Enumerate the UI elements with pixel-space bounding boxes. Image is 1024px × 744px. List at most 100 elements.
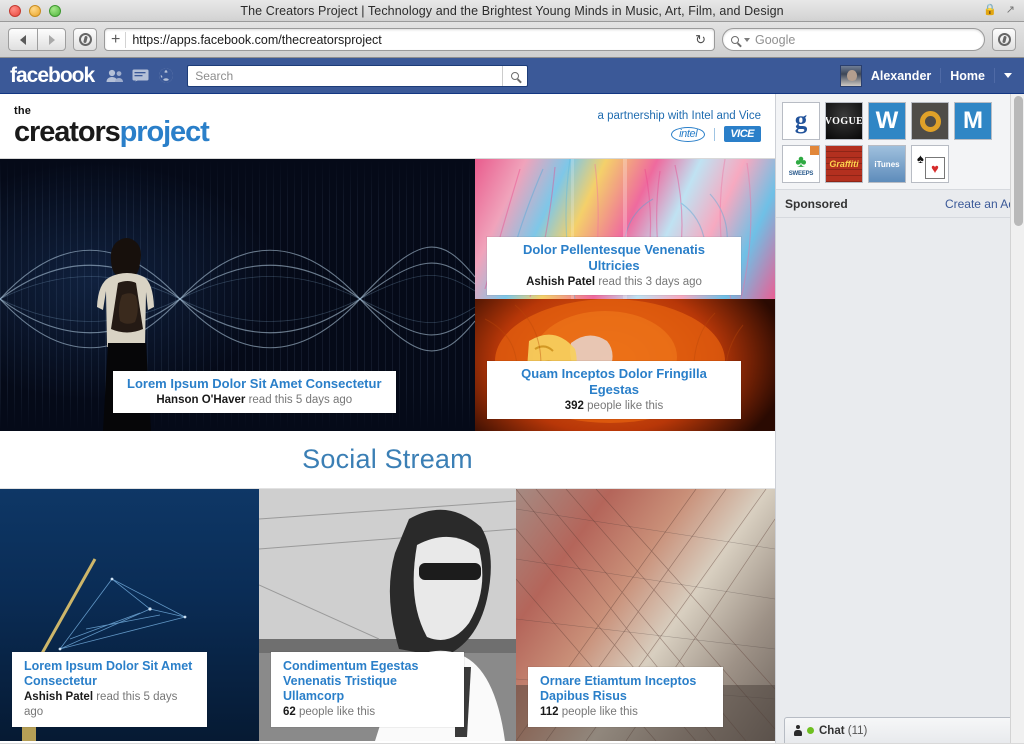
friend-requests-icon[interactable] — [105, 68, 123, 84]
hero-main-caption[interactable]: Lorem Ipsum Dolor Sit Amet Consectetur H… — [113, 371, 396, 413]
reload-icon[interactable]: ↻ — [695, 32, 708, 48]
hero-tertiary-feature[interactable]: Quam Inceptos Dolor Fringilla Egestas 39… — [475, 299, 775, 431]
right-sidebar: g VOGUE W M ♣ SWEEPS Graffiti iTunes ♠ ♥ — [775, 94, 1024, 743]
stream-card-caption[interactable]: Ornare Etiamtum Inceptos Dapibus Risus 1… — [528, 666, 723, 727]
clover-icon: ♣ — [795, 151, 807, 171]
itunes-app-icon[interactable]: iTunes — [868, 145, 906, 183]
sweeps-app-icon[interactable]: ♣ SWEEPS — [782, 145, 820, 183]
compass-icon — [78, 33, 92, 46]
account-name-link[interactable]: Alexander — [871, 69, 931, 83]
hero-tertiary-meta: 392 people like this — [501, 399, 727, 413]
chat-count: (11) — [847, 724, 868, 737]
w-app-icon[interactable]: W — [868, 102, 906, 140]
hero-main-author: Hanson O'Haver — [156, 393, 246, 406]
online-status-dot — [807, 727, 814, 734]
browser-search-placeholder: Google — [755, 32, 796, 47]
graffiti-app-icon[interactable]: Graffiti — [825, 145, 863, 183]
stream-card-title: Condimentum Egestas Venenatis Tristique … — [283, 658, 419, 703]
home-link[interactable]: Home — [950, 69, 985, 83]
hero-main-meta: Hanson O'Haver read this 5 days ago — [127, 393, 382, 407]
stream-card-likes-label: people like this — [558, 705, 638, 718]
address-bar[interactable]: + https://apps.facebook.com/thecreatorsp… — [104, 28, 715, 51]
w-app-label: W — [875, 107, 899, 134]
add-bookmark-icon[interactable]: + — [111, 31, 127, 48]
forward-button[interactable] — [37, 28, 66, 51]
app-tray: g VOGUE W M ♣ SWEEPS Graffiti iTunes ♠ ♥ — [776, 94, 1024, 190]
hero-secondary-feature[interactable]: Dolor Pellentesque Venenatis Ultricies A… — [475, 159, 775, 299]
stream-card[interactable]: Ornare Etiamtum Inceptos Dapibus Risus 1… — [516, 489, 775, 741]
hero-main-feature[interactable]: Lorem Ipsum Dolor Sit Amet Consectetur H… — [0, 159, 475, 431]
facebook-search-button[interactable] — [502, 65, 527, 86]
search-icon — [511, 71, 520, 80]
chevron-down-icon[interactable] — [1004, 73, 1012, 78]
stream-card[interactable]: Condimentum Egestas Venenatis Tristique … — [259, 489, 516, 741]
hero-tertiary-caption[interactable]: Quam Inceptos Dolor Fringilla Egestas 39… — [487, 361, 741, 419]
stream-card-likes-label: people like this — [295, 705, 376, 718]
hero-main-timestamp: read this 5 days ago — [245, 393, 353, 406]
sweeps-app-label: SWEEPS — [788, 170, 814, 177]
partnership-text: a partnership with Intel and Vice — [597, 110, 761, 122]
facebook-search-placeholder: Search — [195, 68, 234, 83]
spade-icon: ♠ — [917, 151, 924, 166]
page-scrollbar[interactable] — [1010, 94, 1024, 743]
browser-titlebar: The Creators Project | Technology and th… — [0, 0, 1024, 22]
hero-secondary-meta: Ashish Patel read this 3 days ago — [501, 275, 727, 289]
hero-tertiary-title: Quam Inceptos Dolor Fringilla Egestas — [521, 366, 707, 398]
divider — [714, 127, 716, 141]
stream-card[interactable]: Lorem Ipsum Dolor Sit Amet Consectetur A… — [0, 489, 259, 741]
hero-section: Lorem Ipsum Dolor Sit Amet Consectetur H… — [0, 159, 775, 431]
social-stream-cards: Lorem Ipsum Dolor Sit Amet Consectetur A… — [0, 489, 775, 741]
downloads-icon — [997, 33, 1011, 46]
chat-text: Chat — [819, 724, 845, 737]
scrollbar-thumb[interactable] — [1014, 96, 1023, 226]
sponsored-header: Sponsored Create an Ad — [776, 190, 1024, 218]
browser-window: The Creators Project | Technology and th… — [0, 0, 1024, 744]
social-stream-header: Social Stream — [0, 431, 775, 489]
partner-logos: intel VICE — [598, 126, 761, 142]
hero-secondary-title: Dolor Pellentesque Venenatis Ultricies — [522, 242, 706, 274]
browser-search-field[interactable]: Google — [722, 28, 985, 51]
app-header: the creatorsproject a partnership with I… — [0, 94, 775, 159]
intel-logo[interactable]: intel — [671, 126, 706, 142]
m-app-label: M — [963, 107, 983, 134]
chat-label: Chat (11) — [819, 725, 867, 737]
window-title: The Creators Project | Technology and th… — [240, 3, 784, 18]
vice-logo[interactable]: VICE — [724, 126, 761, 142]
app-canvas: the creatorsproject a partnership with I… — [0, 94, 775, 743]
vogue-app-icon[interactable]: VOGUE — [825, 102, 863, 140]
g-app-label: g — [794, 107, 808, 134]
nav-button-group — [8, 28, 66, 51]
forward-arrow-icon — [48, 34, 55, 45]
hero-secondary-caption[interactable]: Dolor Pellentesque Venenatis Ultricies A… — [487, 237, 741, 295]
g-app-icon[interactable]: g — [782, 102, 820, 140]
hero-tertiary-count: 392 — [564, 399, 584, 412]
avatar[interactable] — [839, 64, 862, 87]
facebook-nav-icons — [105, 68, 175, 84]
back-button[interactable] — [8, 28, 37, 51]
hero-secondary-timestamp: read this 3 days ago — [595, 275, 702, 288]
cards-app-icon[interactable]: ♠ ♥ — [911, 145, 949, 183]
facebook-logo[interactable]: facebook — [10, 64, 95, 88]
creators-project-logo[interactable]: the creatorsproject — [14, 105, 210, 147]
messages-icon[interactable] — [131, 68, 149, 84]
create-an-ad-link[interactable]: Create an Ad — [945, 197, 1015, 211]
stream-card-title: Ornare Etiamtum Inceptos Dapibus Risus — [540, 673, 697, 703]
downloads-button[interactable] — [992, 28, 1016, 51]
social-stream-title: Social Stream — [302, 444, 473, 474]
hero-secondary-author: Ashish Patel — [526, 275, 596, 288]
circle-app-icon[interactable] — [911, 102, 949, 140]
stream-card-caption[interactable]: Lorem Ipsum Dolor Sit Amet Consectetur A… — [12, 652, 207, 727]
sidebar-toggle-button[interactable] — [73, 28, 97, 51]
divider — [994, 68, 995, 83]
facebook-search-field[interactable]: Search — [187, 64, 529, 87]
stream-card-caption[interactable]: Condimentum Egestas Venenatis Tristique … — [271, 651, 464, 727]
page-body: the creatorsproject a partnership with I… — [0, 94, 1024, 743]
facebook-navbar: facebook Search Alexander Home — [0, 58, 1024, 94]
hero-tertiary-likes-label: people like this — [583, 399, 664, 412]
m-app-icon[interactable]: M — [954, 102, 992, 140]
notifications-icon[interactable] — [157, 68, 175, 84]
facebook-account-controls: Alexander Home — [839, 64, 1014, 87]
chat-bar[interactable]: Chat (11) — [784, 717, 1016, 743]
chevron-down-icon[interactable] — [744, 37, 750, 42]
vogue-app-label: VOGUE — [825, 115, 863, 127]
